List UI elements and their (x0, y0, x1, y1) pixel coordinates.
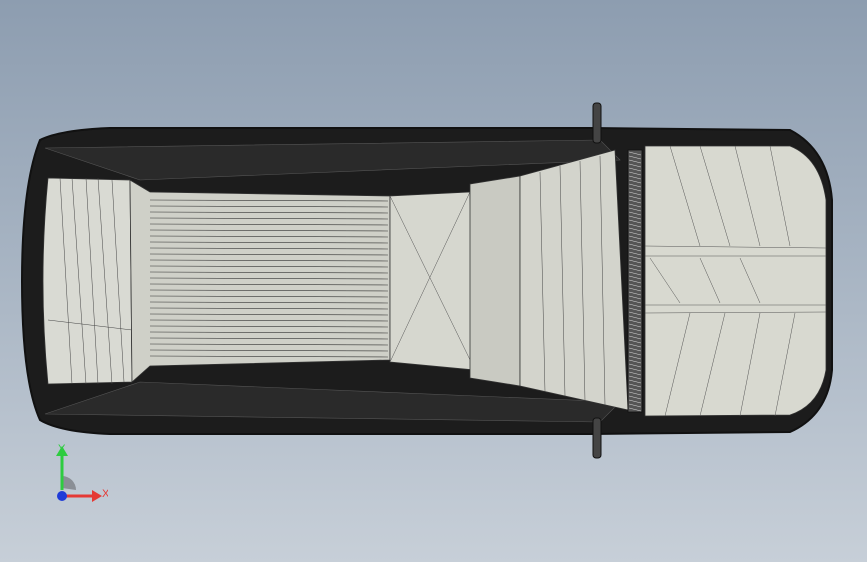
rear-panel (42, 177, 133, 385)
left-mirror (592, 102, 602, 144)
coordinate-triad: Y X (56, 443, 108, 502)
y-axis-label: Y (58, 443, 66, 455)
windshield (519, 149, 629, 411)
x-axis-label: X (102, 488, 108, 500)
x-axis-head (92, 490, 102, 502)
rear-window (389, 191, 476, 371)
z-axis-dot (57, 491, 67, 501)
roof (469, 175, 521, 387)
triad-plane-icon (62, 476, 76, 490)
car-model[interactable] (20, 102, 833, 459)
right-mirror (592, 417, 602, 459)
hood (644, 145, 827, 417)
cargo-bed (129, 179, 391, 383)
3d-viewport[interactable] (0, 0, 867, 562)
